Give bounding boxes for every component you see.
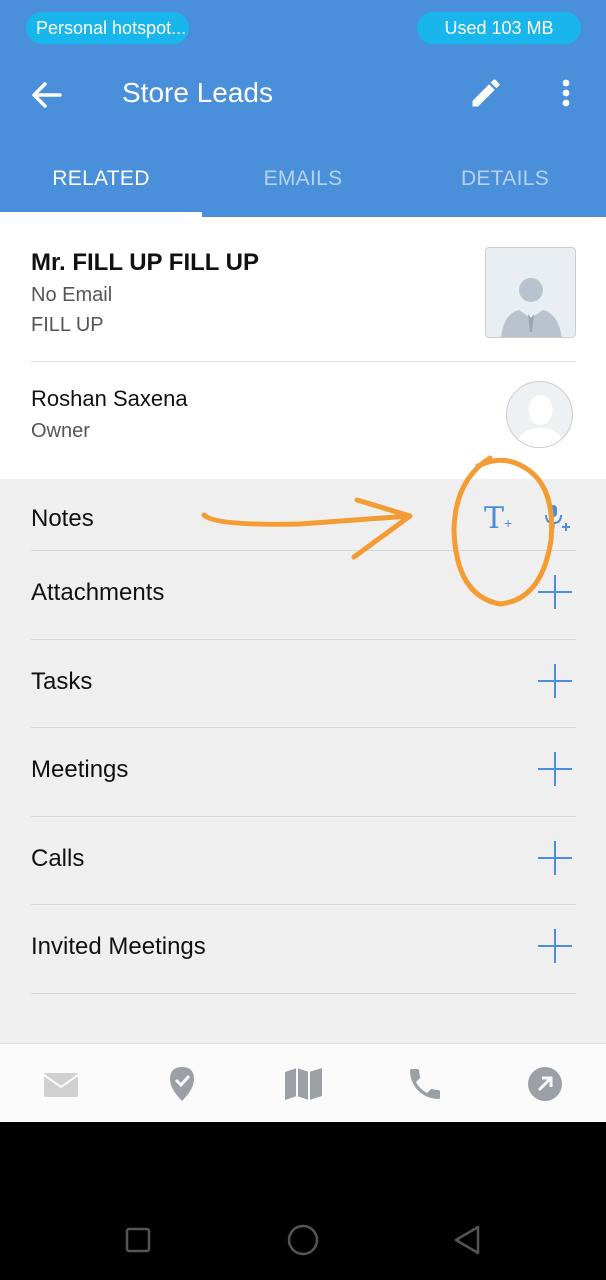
nav-call-button[interactable] (405, 1064, 445, 1104)
owner-name: Roshan Saxena (31, 386, 188, 411)
related-item-label: Meetings (31, 756, 129, 783)
related-item-label: Notes (31, 505, 94, 532)
nav-map-button[interactable] (284, 1064, 324, 1104)
related-item-invited-meetings[interactable]: Invited Meetings (0, 905, 606, 994)
related-item-label: Calls (31, 844, 85, 872)
content-area: Mr. FILL UP FILL UP No Email FILL UP Ros… (0, 217, 606, 1043)
add-task-icon[interactable] (538, 663, 572, 698)
add-call-icon[interactable] (538, 840, 572, 875)
lead-name: Mr. FILL UP FILL UP (31, 249, 260, 276)
system-navigation-bar (0, 1122, 606, 1280)
hotspot-pill[interactable]: Personal hotspot... (26, 12, 189, 44)
lead-company: FILL UP (31, 314, 104, 336)
circle-icon (287, 1224, 319, 1256)
related-item-attachments[interactable]: Attachments (0, 551, 606, 640)
add-invited-meeting-icon[interactable] (538, 929, 572, 963)
related-item-calls[interactable]: Calls (0, 817, 606, 905)
more-options-button[interactable] (552, 75, 580, 111)
owner-avatar[interactable] (506, 381, 573, 448)
related-item-label: Attachments (31, 579, 165, 606)
recents-button[interactable] (120, 1222, 156, 1258)
add-voice-note-button[interactable] (542, 503, 572, 535)
mail-icon (43, 1073, 79, 1097)
add-attachment-icon[interactable] (538, 575, 572, 609)
app-bar: Store Leads RELATED EMAILS DETAILS (0, 45, 606, 217)
square-icon (125, 1227, 151, 1253)
back-system-button[interactable] (450, 1222, 486, 1258)
related-item-meetings[interactable]: Meetings (0, 728, 606, 817)
related-item-label: Invited Meetings (31, 933, 206, 960)
tab-bar: RELATED EMAILS DETAILS (0, 155, 606, 217)
share-icon (528, 1067, 562, 1101)
text-note-plus: + (504, 515, 513, 531)
tab-details[interactable]: DETAILS (404, 155, 606, 217)
arrow-left-icon (32, 82, 62, 108)
divider (31, 992, 576, 994)
lead-photo[interactable] (485, 247, 576, 338)
text-note-icon: T (484, 501, 505, 536)
status-bar: Personal hotspot... Used 103 MB (0, 0, 606, 45)
related-item-tasks[interactable]: Tasks (0, 640, 606, 728)
map-icon (285, 1068, 322, 1100)
data-usage-pill[interactable]: Used 103 MB (417, 12, 581, 44)
owner-role: Owner (31, 420, 90, 442)
tab-related[interactable]: RELATED (0, 155, 202, 217)
related-list: Notes T+ Attachments Tasks Meetings Call… (0, 479, 606, 994)
divider (31, 361, 576, 362)
nav-mail-button[interactable] (42, 1064, 82, 1104)
home-button[interactable] (285, 1222, 321, 1258)
voice-note-icon (545, 505, 570, 531)
checkin-icon (170, 1067, 194, 1101)
back-button[interactable] (26, 75, 66, 115)
nav-share-button[interactable] (526, 1064, 566, 1104)
lead-summary-card: Mr. FILL UP FILL UP No Email FILL UP Ros… (0, 217, 606, 479)
pencil-icon (472, 79, 500, 107)
related-item-label: Tasks (31, 667, 93, 695)
more-vertical-icon (562, 79, 570, 107)
page-title: Store Leads (122, 77, 273, 108)
nav-checkin-button[interactable] (163, 1064, 203, 1104)
phone-icon (410, 1069, 440, 1099)
avatar-placeholder-icon (515, 395, 566, 447)
related-item-notes[interactable]: Notes T+ (0, 479, 606, 551)
add-text-note-button[interactable]: T+ (484, 501, 512, 536)
edit-button[interactable] (468, 75, 504, 111)
triangle-back-icon (454, 1225, 480, 1255)
add-meeting-icon[interactable] (538, 752, 572, 786)
person-placeholder-icon (501, 278, 562, 337)
tab-emails[interactable]: EMAILS (202, 155, 404, 217)
lead-email: No Email (31, 284, 113, 306)
bottom-navigation (0, 1043, 606, 1122)
